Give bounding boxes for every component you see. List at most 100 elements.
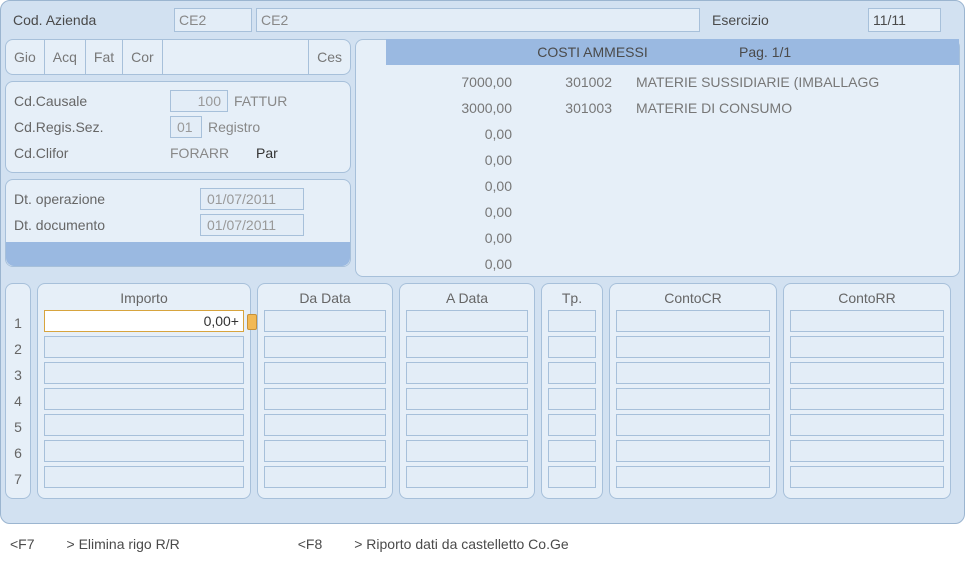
row-numbers: 1 2 3 4 5 6 7 xyxy=(5,283,31,499)
importo-cell-1[interactable]: 0,00+ xyxy=(44,310,244,332)
cr-cell[interactable] xyxy=(616,310,770,332)
f7-key: <F7 xyxy=(10,536,35,552)
tp-cell[interactable] xyxy=(548,362,596,384)
cd-causale-desc: FATTUR xyxy=(234,93,287,109)
da-cell[interactable] xyxy=(264,362,386,384)
dt-op-input[interactable] xyxy=(200,188,304,210)
cost-panel: COSTI AMMESSI Pag. 1/1 7000,00301002MATE… xyxy=(355,39,960,277)
col-conto-rr: ContoRR xyxy=(783,283,951,499)
cd-clifor-value: FORARR xyxy=(170,145,250,161)
cost-row: 7000,00301002MATERIE SUSSIDIARIE (IMBALL… xyxy=(392,69,951,95)
esercizio-label: Esercizio xyxy=(704,12,864,28)
a-cell[interactable] xyxy=(406,310,528,332)
cost-row: 0,00 xyxy=(392,251,951,277)
cr-cell[interactable] xyxy=(616,336,770,358)
rr-cell[interactable] xyxy=(790,414,944,436)
footer-hints: <F7 > Elimina rigo R/R <F8 > Riporto dat… xyxy=(0,524,967,564)
rr-cell[interactable] xyxy=(790,336,944,358)
rr-cell[interactable] xyxy=(790,310,944,332)
tab-cor[interactable]: Cor xyxy=(123,40,163,74)
rr-cell[interactable] xyxy=(790,362,944,384)
cost-body: 7000,00301002MATERIE SUSSIDIARIE (IMBALL… xyxy=(356,65,959,281)
tp-cell[interactable] xyxy=(548,310,596,332)
cost-row: 0,00 xyxy=(392,121,951,147)
col-cr-header: ContoCR xyxy=(616,290,770,310)
row-num: 1 xyxy=(6,310,30,336)
col-tp-header: Tp. xyxy=(548,290,596,310)
blue-bar xyxy=(6,242,350,266)
tp-cell[interactable] xyxy=(548,440,596,462)
importo-cell[interactable] xyxy=(44,440,244,462)
col-importo: Importo 0,00+ xyxy=(37,283,251,499)
cr-cell[interactable] xyxy=(616,414,770,436)
a-cell[interactable] xyxy=(406,336,528,358)
col-tp: Tp. xyxy=(541,283,603,499)
row-num: 5 xyxy=(6,414,30,440)
tab-acq[interactable]: Acq xyxy=(45,40,86,74)
da-cell[interactable] xyxy=(264,336,386,358)
a-cell[interactable] xyxy=(406,362,528,384)
dt-doc-label: Dt. documento xyxy=(14,217,194,233)
tab-fat[interactable]: Fat xyxy=(86,40,123,74)
cod-azienda-label: Cod. Azienda xyxy=(5,12,170,28)
tp-cell[interactable] xyxy=(548,336,596,358)
a-cell[interactable] xyxy=(406,388,528,410)
date-box: Dt. operazione Dt. documento xyxy=(5,179,351,267)
da-cell[interactable] xyxy=(264,388,386,410)
tab-empty[interactable] xyxy=(163,40,309,74)
cost-page: Pag. 1/1 xyxy=(739,44,959,60)
cd-regis-desc: Registro xyxy=(208,119,260,135)
rr-cell[interactable] xyxy=(790,440,944,462)
row-num: 4 xyxy=(6,388,30,414)
importo-cell[interactable] xyxy=(44,388,244,410)
row-num: 2 xyxy=(6,336,30,362)
a-cell[interactable] xyxy=(406,466,528,488)
cod-azienda-2-input[interactable] xyxy=(256,8,700,32)
col-importo-header: Importo xyxy=(44,290,244,310)
col-rr-header: ContoRR xyxy=(790,290,944,310)
cod-azienda-1-input[interactable] xyxy=(174,8,252,32)
col-a-data: A Data xyxy=(399,283,535,499)
rr-cell[interactable] xyxy=(790,466,944,488)
importo-cell[interactable] xyxy=(44,466,244,488)
f8-text: > Riporto dati da castelletto Co.Ge xyxy=(354,536,568,552)
a-cell[interactable] xyxy=(406,414,528,436)
cost-title: COSTI AMMESSI xyxy=(386,44,739,60)
tab-ces[interactable]: Ces xyxy=(309,40,350,74)
cost-row: 0,00 xyxy=(392,173,951,199)
row-num: 7 xyxy=(6,466,30,492)
grid-area: 1 2 3 4 5 6 7 Importo 0,00+ Da Data A Da… xyxy=(5,283,960,499)
cr-cell[interactable] xyxy=(616,388,770,410)
da-cell[interactable] xyxy=(264,414,386,436)
da-cell[interactable] xyxy=(264,440,386,462)
tp-cell[interactable] xyxy=(548,388,596,410)
importo-cell[interactable] xyxy=(44,336,244,358)
col-a-header: A Data xyxy=(406,290,528,310)
importo-cell[interactable] xyxy=(44,414,244,436)
row-num: 6 xyxy=(6,440,30,466)
da-cell[interactable] xyxy=(264,310,386,332)
app-window: Cod. Azienda Esercizio Gio Acq Fat Cor C… xyxy=(0,0,965,524)
cr-cell[interactable] xyxy=(616,362,770,384)
cr-cell[interactable] xyxy=(616,440,770,462)
cr-cell[interactable] xyxy=(616,466,770,488)
esercizio-input[interactable] xyxy=(868,8,941,32)
cd-clifor-label: Cd.Clifor xyxy=(14,145,164,161)
cost-row: 0,00 xyxy=(392,199,951,225)
a-cell[interactable] xyxy=(406,440,528,462)
da-cell[interactable] xyxy=(264,466,386,488)
tab-gio[interactable]: Gio xyxy=(6,40,45,74)
tp-cell[interactable] xyxy=(548,414,596,436)
dt-doc-input[interactable] xyxy=(200,214,304,236)
cd-causale-label: Cd.Causale xyxy=(14,93,164,109)
cd-regis-label: Cd.Regis.Sez. xyxy=(14,119,164,135)
cost-row: 0,00 xyxy=(392,225,951,251)
tp-cell[interactable] xyxy=(548,466,596,488)
col-da-header: Da Data xyxy=(264,290,386,310)
importo-cell[interactable] xyxy=(44,362,244,384)
cd-causale-input[interactable] xyxy=(170,90,228,112)
dt-op-label: Dt. operazione xyxy=(14,191,194,207)
f7-text: > Elimina rigo R/R xyxy=(67,536,180,552)
cd-regis-input[interactable] xyxy=(170,116,202,138)
rr-cell[interactable] xyxy=(790,388,944,410)
